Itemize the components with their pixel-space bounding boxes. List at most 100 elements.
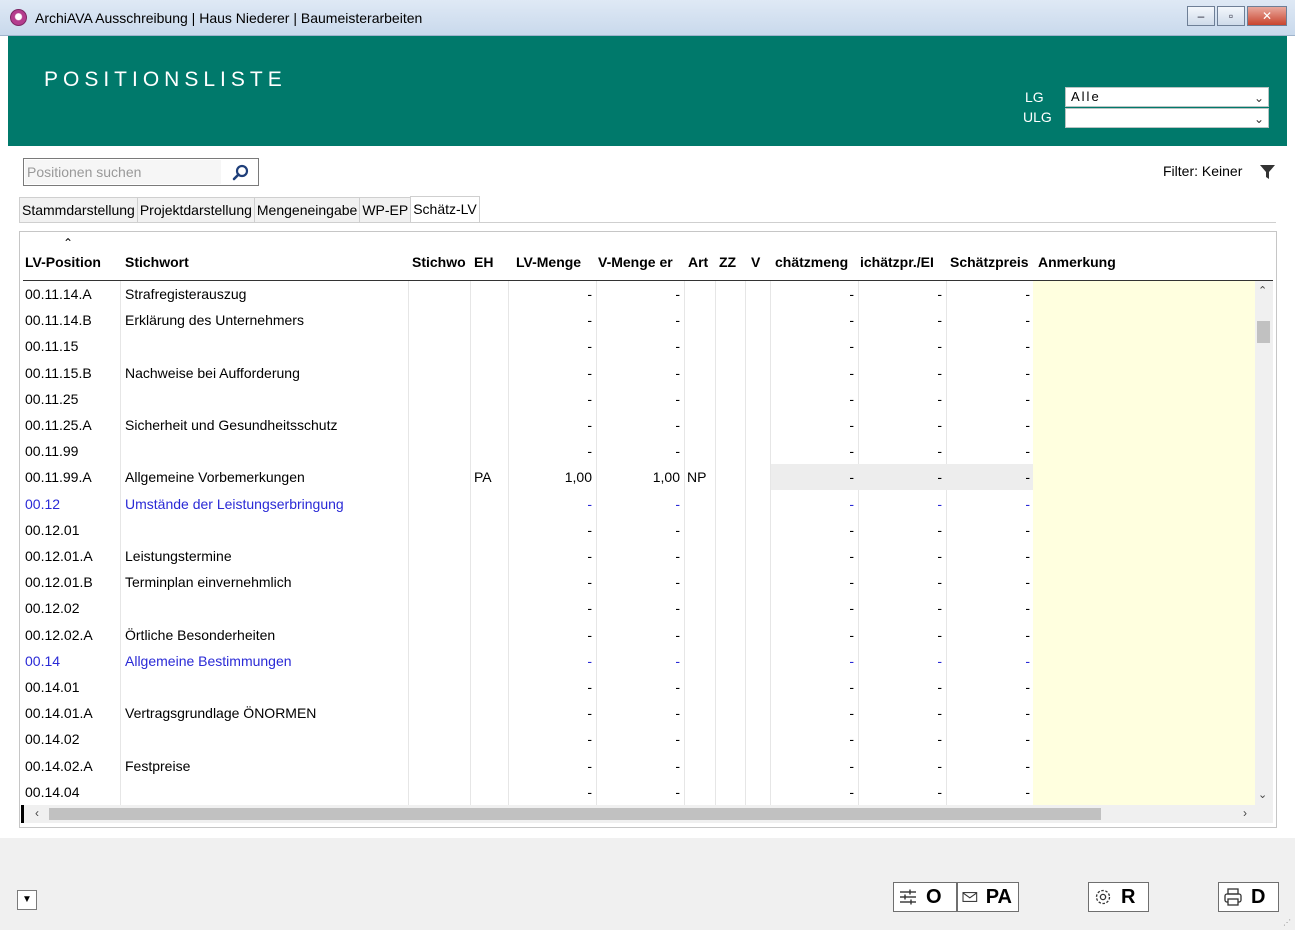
sort-ascending-icon: ⌃ xyxy=(63,236,74,250)
table-row[interactable]: 00.14.04 - - - - - xyxy=(23,779,1255,805)
cell-schaetzpreis: - xyxy=(1025,731,1030,748)
table-row[interactable]: 00.11.14.B Erklärung des Unternehmers - - - -… xyxy=(23,307,1255,333)
col-header-lv-position[interactable]: LV-Position xyxy=(25,254,120,274)
table-row[interactable]: 00.14.02.A Festpreise - - - - - xyxy=(23,753,1255,779)
tab-projektdarstellung[interactable]: Projektdarstellung xyxy=(136,197,255,223)
table-row[interactable]: 00.14.02 - - - - - xyxy=(23,726,1255,752)
table-row[interactable]: 00.14.01.A Vertragsgrundlage ÖNORMEN - - - - - xyxy=(23,700,1255,726)
cell-schaetzmenge: - xyxy=(849,443,854,460)
cell-lv-menge: - xyxy=(587,705,592,722)
close-button[interactable]: ✕ xyxy=(1247,6,1287,26)
vertical-scroll-thumb[interactable] xyxy=(1257,321,1270,343)
cell-stichwort: Strafregisterauszug xyxy=(125,286,247,302)
cell-lv-menge: - xyxy=(587,548,592,564)
table-row[interactable]: 00.11.15 - - - - - xyxy=(23,333,1255,359)
cell-schaetzpreis: - xyxy=(1025,443,1030,460)
horizontal-scrollbar[interactable]: ‹ › xyxy=(21,805,1273,823)
cell-schaetzpreis-eh: - xyxy=(937,495,942,512)
cell-v-menge: - xyxy=(675,495,680,512)
col-header-v[interactable]: V xyxy=(751,254,767,274)
cell-schaetzpreis: - xyxy=(1025,652,1030,669)
maximize-button[interactable]: ▫ xyxy=(1217,6,1245,26)
table-row[interactable]: 00.12.02 - - - - - xyxy=(23,595,1255,621)
grid-body: 00.11.14.A Strafregisterauszug - - - - -00.11.… xyxy=(23,281,1255,805)
table-row[interactable]: 00.12.01.B Terminplan einvernehmlich - - - - - xyxy=(23,569,1255,595)
col-header-stichwort-kurz[interactable]: Stichwo xyxy=(412,254,470,274)
chevron-up-icon[interactable]: ⌃ xyxy=(1258,284,1267,297)
table-row[interactable]: 00.11.15.B Nachweise bei Aufforderung - - - -… xyxy=(23,360,1255,386)
table-row[interactable]: 00.12.02.A Örtliche Besonderheiten - - - - - xyxy=(23,622,1255,648)
cell-schaetzmenge: - xyxy=(849,652,854,669)
col-header-lv-menge[interactable]: LV-Menge xyxy=(516,254,594,274)
tab-mengeneingabe[interactable]: Mengeneingabe xyxy=(253,197,361,223)
view-tabs: Stammdarstellung Projektdarstellung Meng… xyxy=(19,196,480,223)
scroll-position-marker xyxy=(21,805,24,823)
horizontal-scroll-thumb[interactable] xyxy=(49,808,1101,820)
cell-v-menge: - xyxy=(675,600,680,617)
cell-v-menge: - xyxy=(675,679,680,695)
search-input[interactable] xyxy=(25,160,221,184)
table-row[interactable]: 00.11.25 - - - - - xyxy=(23,386,1255,412)
cell-lv-menge: - xyxy=(587,443,592,460)
tab-stammdarstellung[interactable]: Stammdarstellung xyxy=(19,197,138,223)
table-row[interactable]: 00.12.01 - - - - - xyxy=(23,517,1255,543)
options-dropdown-button[interactable]: ▼ xyxy=(17,890,37,910)
printer-icon xyxy=(1224,888,1242,906)
vertical-scrollbar[interactable]: ⌃ ⌄ xyxy=(1255,281,1273,805)
chevron-right-icon[interactable]: › xyxy=(1243,806,1247,820)
cell-lv-menge: - xyxy=(587,338,592,355)
window-title: ArchiAVA Ausschreibung | Haus Niederer |… xyxy=(35,10,423,26)
cell-schaetzmenge: - xyxy=(849,757,854,774)
col-header-anmerkung[interactable]: Anmerkung xyxy=(1038,254,1138,274)
filter-icon[interactable] xyxy=(1259,164,1276,181)
resize-grip-icon[interactable]: ⋰ xyxy=(1283,918,1293,928)
table-row[interactable]: 00.11.99.A Allgemeine Vorbemerkungen PA 1,0… xyxy=(23,464,1255,491)
cell-v-menge: - xyxy=(675,521,680,538)
table-row-group[interactable]: 00.12 Umstände der Leistungserbringung - - -… xyxy=(23,491,1255,517)
cell-schaetzpreis-eh: - xyxy=(937,705,942,722)
col-header-eh[interactable]: EH xyxy=(474,254,506,274)
cell-schaetzmenge: - xyxy=(849,548,854,564)
cell-lv-menge: - xyxy=(587,364,592,381)
col-header-art[interactable]: Art xyxy=(688,254,714,274)
col-header-schaetzmenge[interactable]: chätzmeng xyxy=(775,254,857,274)
cell-lv-menge: - xyxy=(587,652,592,669)
col-header-v-menge[interactable]: V-Menge er xyxy=(598,254,682,274)
cell-schaetzpreis: - xyxy=(1025,521,1030,538)
table-row-group[interactable]: 00.14 Allgemeine Bestimmungen - - - - - xyxy=(23,648,1255,674)
cell-schaetzpreis-eh: - xyxy=(937,469,942,486)
cell-lv-menge: - xyxy=(587,626,592,643)
search-icon[interactable] xyxy=(231,163,251,183)
table-row[interactable]: 00.12.01.A Leistungstermine - - - - - xyxy=(23,543,1255,569)
col-header-zz[interactable]: ZZ xyxy=(719,254,743,274)
col-header-schaetzpreis-eh[interactable]: ichätzpr./EI xyxy=(860,254,946,274)
minimize-button[interactable]: – xyxy=(1187,6,1215,26)
table-row[interactable]: 00.11.14.A Strafregisterauszug - - - - - xyxy=(23,281,1255,307)
cell-lv-menge: - xyxy=(587,417,592,433)
cell-lv-position: 00.12.02 xyxy=(25,600,80,617)
cell-schaetzpreis-eh: - xyxy=(937,574,942,591)
cell-schaetzmenge: - xyxy=(849,600,854,617)
cell-lv-menge: - xyxy=(587,390,592,407)
lg-select[interactable]: Alle ⌄ xyxy=(1065,87,1269,107)
cell-lv-position: 00.12.01 xyxy=(25,521,80,538)
col-header-schaetzpreis[interactable]: Schätzpreis xyxy=(950,254,1032,274)
print-d-button-label: D xyxy=(1251,885,1266,908)
col-header-stichwort[interactable]: Stichwort xyxy=(125,254,345,274)
table-row[interactable]: 00.11.25.A Sicherheit und Gesundheitsschu… xyxy=(23,412,1255,438)
cell-schaetzpreis-eh: - xyxy=(937,652,942,669)
cell-schaetzpreis: - xyxy=(1025,312,1030,329)
tab-schaetz-lv[interactable]: Schätz-LV xyxy=(410,196,480,223)
ulg-select[interactable]: ⌄ xyxy=(1065,108,1269,128)
chevron-down-icon[interactable]: ⌄ xyxy=(1258,788,1267,801)
send-pa-button[interactable]: PA xyxy=(957,882,1019,912)
table-row[interactable]: 00.11.99 - - - - - xyxy=(23,438,1255,464)
tab-wp-ep[interactable]: WP-EP xyxy=(359,197,412,223)
print-d-button[interactable]: D xyxy=(1218,882,1279,912)
cell-schaetzpreis: - xyxy=(1025,783,1030,800)
overview-button[interactable]: O xyxy=(893,882,957,912)
settings-r-button[interactable]: R xyxy=(1088,882,1149,912)
chevron-left-icon[interactable]: ‹ xyxy=(35,806,39,820)
cell-v-menge: - xyxy=(675,548,680,564)
table-row[interactable]: 00.14.01 - - - - - xyxy=(23,674,1255,700)
